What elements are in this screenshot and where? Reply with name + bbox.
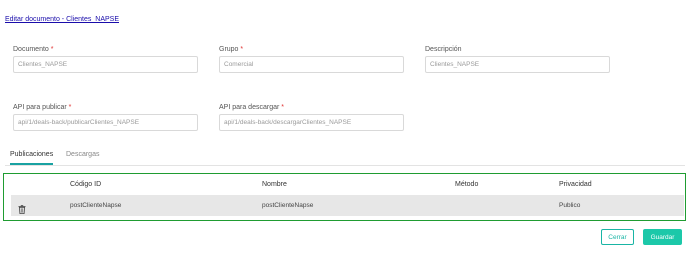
required-mark: * [50, 46, 54, 53]
grupo-field: Grupo * Comercial [219, 46, 404, 73]
grupo-input[interactable]: Comercial [219, 56, 404, 73]
cell-nombre: postClienteNapse [262, 202, 314, 209]
header-privacidad: Privacidad [559, 181, 592, 188]
cell-codigo-id: postClienteNapse [70, 202, 122, 209]
cell-privacidad: Publico [559, 202, 581, 209]
descripcion-input[interactable]: Clientes_NAPSE [425, 56, 610, 73]
header-codigo-id: Código ID [70, 181, 102, 188]
tab-publicaciones[interactable]: Publicaciones [10, 151, 54, 165]
required-mark: * [281, 104, 284, 111]
descripcion-field: Descripción Clientes_NAPSE [425, 46, 610, 73]
header-nombre: Nombre [262, 181, 287, 188]
required-mark: * [240, 46, 244, 53]
table-row[interactable]: postClienteNapse postClienteNapse Public… [11, 195, 684, 216]
api-publicar-input[interactable]: api/1/deals-back/publicarClientes_NAPSE [13, 114, 198, 131]
descripcion-label: Descripción [425, 46, 462, 53]
trash-icon[interactable] [18, 201, 26, 214]
api-descargar-input[interactable]: api/1/deals-back/descargarClientes_NAPSE [219, 114, 404, 131]
edit-document-link[interactable]: Editar documento - Clientes_NAPSE [5, 16, 119, 23]
guardar-button[interactable]: Guardar [643, 229, 682, 245]
tab-bar: Publicaciones Descargas [5, 148, 685, 166]
documento-field: Documento * Clientes_NAPSE [13, 46, 198, 73]
api-publicar-field: API para publicar * api/1/deals-back/pub… [13, 104, 198, 131]
publicaciones-table: Código ID Nombre Método Privacidad postC… [3, 173, 686, 221]
header-metodo: Método [455, 181, 479, 188]
documento-input[interactable]: Clientes_NAPSE [13, 56, 198, 73]
api-descargar-label: API para descargar [219, 104, 280, 111]
required-mark: * [68, 104, 72, 111]
api-publicar-label: API para publicar [13, 104, 67, 111]
cerrar-button[interactable]: Cerrar [601, 229, 634, 245]
documento-label: Documento [13, 46, 49, 53]
api-descargar-field: API para descargar * api/1/deals-back/de… [219, 104, 404, 131]
tab-descargas[interactable]: Descargas [66, 151, 99, 163]
grupo-label: Grupo [219, 46, 239, 53]
